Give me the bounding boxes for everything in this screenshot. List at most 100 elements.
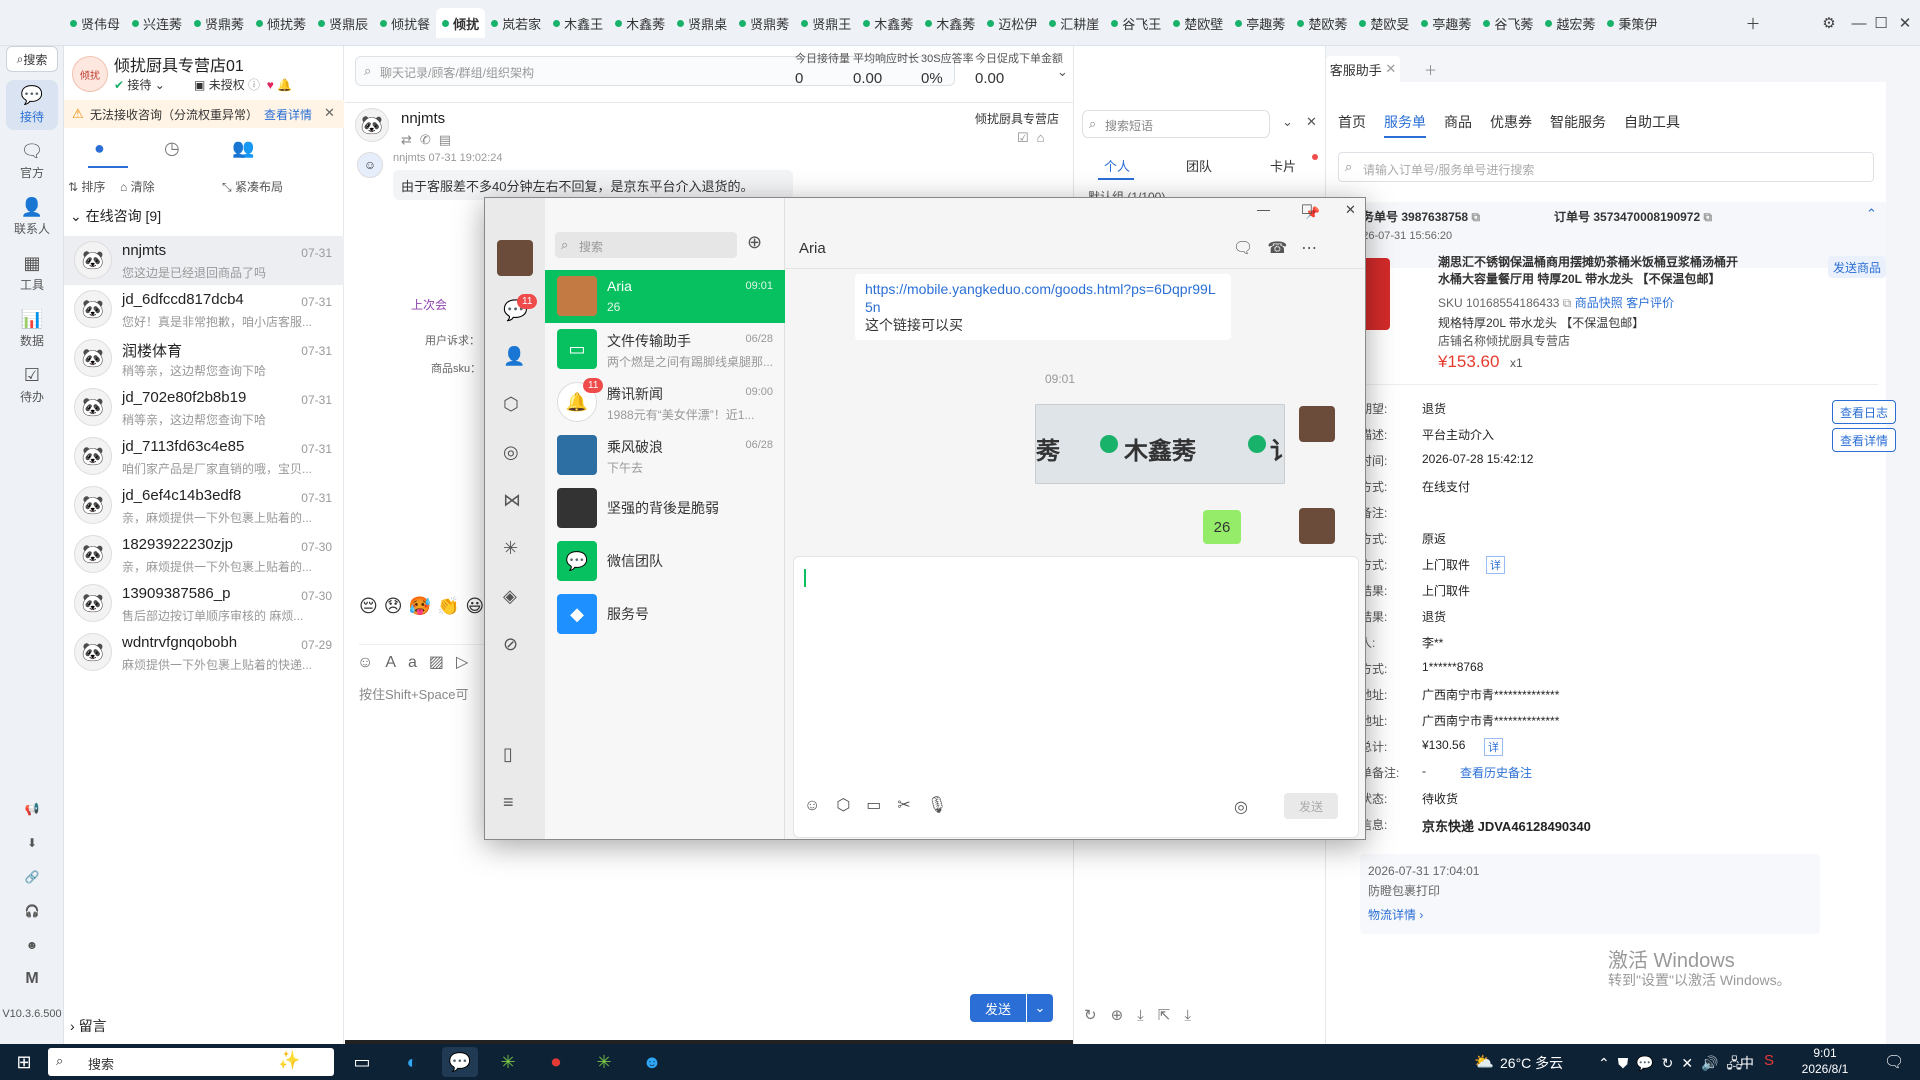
phrase-tools[interactable]: ↻⊕⤓⇱⤓ (1084, 1006, 1205, 1024)
snapshot-link[interactable]: 商品快照 (1575, 296, 1623, 310)
task-view-icon[interactable]: ▭ (344, 1047, 380, 1077)
shop-tab[interactable]: 楚欧壁 (1167, 8, 1229, 38)
close-warning-icon[interactable]: ✕ (324, 105, 335, 121)
status-toggle[interactable]: ✔ 接待 ⌄ (114, 76, 165, 93)
shop-tab[interactable]: 贤鼎莠 (188, 8, 250, 38)
maximize-icon[interactable]: ☐ (1301, 202, 1313, 218)
box-icon[interactable]: ⬡ (503, 394, 519, 415)
history-icon[interactable]: ◷ (164, 138, 180, 159)
app-icon-3[interactable]: ✳ (586, 1047, 622, 1077)
shop-tab[interactable]: 兴连莠 (126, 8, 188, 38)
sort-button[interactable]: ⇅ 排序 (68, 178, 105, 195)
moments-icon[interactable]: ◎ (503, 442, 519, 463)
shop-tab[interactable]: 迈松伊 (981, 8, 1043, 38)
send-button[interactable]: 发送 (970, 994, 1026, 1022)
shop-tab[interactable]: 倾扰餐 (374, 8, 436, 38)
customer-actions[interactable]: ⇄✆▤ (401, 132, 459, 148)
shop-tab[interactable]: 谷飞莠 (1477, 8, 1539, 38)
menu-icon[interactable]: ≡ (503, 792, 514, 813)
detail-tag[interactable]: 详 (1486, 556, 1505, 574)
header-tools[interactable]: ☑⌂ (1017, 130, 1053, 146)
history-remark-link[interactable]: 查看历史备注 (1460, 764, 1532, 781)
discover-icon[interactable]: ✳ (503, 538, 518, 559)
last-consult-label[interactable]: 上次会 (411, 296, 447, 313)
shop-tab[interactable]: 贤鼎王 (795, 8, 857, 38)
conversation-item[interactable]: 🐼 jd_6dfccd817dcb4 07-31 您好！真是非常抱歉，咱小店客服... (64, 285, 344, 334)
detail-tag[interactable]: 详 (1484, 738, 1503, 756)
image-message[interactable]: 莠 木鑫莠 讠 (1035, 404, 1285, 484)
app-icon-2[interactable]: ⏺ (538, 1047, 574, 1077)
copy-icon[interactable]: ⧉ (1703, 210, 1712, 224)
order-search-input[interactable]: ⌕ 请输入订单号/服务单号进行搜索 (1338, 152, 1874, 182)
conversation-item[interactable]: 🐼 jd_7113fd63c4e85 07-31 咱们家产品是厂家直销的哦，宝贝... (64, 432, 344, 481)
shop-tab[interactable]: 亭趣莠 (1229, 8, 1291, 38)
close-icon[interactable]: ✕ (1345, 202, 1356, 218)
wechat-chat-item[interactable]: 💬 微信团队 (545, 535, 785, 588)
tab-personal[interactable]: 个人 (1104, 156, 1130, 175)
close-icon[interactable]: ✕ (1890, 8, 1920, 38)
taskbar-search[interactable]: ⌕ 搜索 ✨ (48, 1048, 334, 1076)
close-tab-icon[interactable]: ✕ (1385, 61, 1396, 77)
shop-tab[interactable]: 贤鼎莠 (733, 8, 795, 38)
shop-tab[interactable]: 木鑫莠 (857, 8, 919, 38)
download-icon[interactable]: ⬇ (6, 828, 58, 858)
copy-icon[interactable]: ⧉ (1563, 296, 1572, 310)
rail-item-todo[interactable]: ☑ 待办 (6, 360, 58, 410)
shop-tab[interactable]: 贤鼎辰 (312, 8, 374, 38)
ime-indicator[interactable]: 中 (1740, 1053, 1754, 1073)
emoji-row[interactable]: 😔😞🥵👏😃 (359, 596, 490, 617)
message-input[interactable]: ☺⬡▭✂🎙 ◎ 发送 (793, 556, 1359, 838)
minimize-icon[interactable]: — (1257, 202, 1270, 217)
add-tab-icon[interactable]: ＋ (1738, 8, 1768, 38)
add-tab-icon[interactable]: ＋ (1424, 60, 1437, 79)
phrase-search-input[interactable]: ⌕ 搜索短语 (1082, 110, 1270, 138)
notification-icon[interactable]: 🗨 (1884, 1052, 1904, 1072)
windows-start-icon[interactable]: ⊞ (6, 1047, 42, 1077)
shop-tab[interactable]: 越宏莠 (1539, 8, 1601, 38)
current-chats-icon[interactable]: ● (94, 138, 105, 159)
expand-icon[interactable]: ⌄ (1282, 114, 1293, 130)
my-message[interactable]: 26 (1203, 510, 1241, 544)
rail-item-tools[interactable]: ▦ 工具 (6, 248, 58, 298)
wechat-chat-item[interactable]: ▭ 文件传输助手 两个燃是之间有踢脚线桌腿那... 06/28 (545, 323, 785, 376)
rail-item-reception[interactable]: 💬 接待 (6, 80, 58, 130)
shop-tab[interactable]: 亭趣莠 (1415, 8, 1477, 38)
view-log-button[interactable]: 查看日志 (1832, 400, 1896, 424)
compact-layout-button[interactable]: ⤡ 紧凑布局 (222, 178, 283, 195)
assistant-nav-item[interactable]: 商品 (1444, 112, 1472, 138)
shop-tab[interactable]: 贤伟母 (64, 8, 126, 38)
conversation-item[interactable]: 🐼 18293922230zjp 07-30 亲，麻烦提供一下外包裹上贴着的... (64, 530, 344, 579)
app-icon-1[interactable]: ✳ (490, 1047, 526, 1077)
tab-card[interactable]: 卡片 (1270, 156, 1296, 175)
assistant-nav-item[interactable]: 优惠券 (1490, 112, 1532, 138)
assistant-nav-item[interactable]: 智能服务 (1550, 112, 1606, 138)
clear-button[interactable]: ⌂ 清除 (120, 178, 155, 195)
product-title[interactable]: 潮思汇不锈钢保温桶商用摆摊奶茶桶米饭桶豆浆桶汤桶开水桶大容量餐厅用 特厚20L … (1438, 254, 1738, 288)
warning-link[interactable]: 查看详情 (264, 106, 312, 123)
shop-tab[interactable]: 倾扰莠 (250, 8, 312, 38)
input-toolbar[interactable]: ☺Aa▨▷ (357, 652, 480, 672)
bot-icon[interactable]: ☻ (6, 930, 58, 960)
wechat-search-input[interactable]: ⌕ 搜索 (555, 232, 737, 258)
send-options-icon[interactable]: ⌄ (1027, 994, 1053, 1022)
logistics-link[interactable]: 物流详情 › (1368, 906, 1423, 923)
auth-status[interactable]: ▣ 未授权 ⓘ ♥ 🔔 (194, 76, 292, 93)
wechat-icon[interactable]: 💬 (442, 1047, 478, 1077)
chevron-down-icon[interactable]: ⌄ (1057, 64, 1068, 80)
shop-tab[interactable]: 木鑫莠 (609, 8, 671, 38)
clock-date[interactable]: 2026/8/1 (1790, 1062, 1860, 1076)
close-icon[interactable]: ✕ (1306, 114, 1317, 130)
collapse-icon[interactable]: ⌃ (1866, 206, 1877, 222)
conversation-item[interactable]: 🐼 nnjmts 07-31 您这边是已经退回商品了吗 (64, 236, 344, 285)
voice-call-icon[interactable]: ◎ (1234, 797, 1248, 817)
assistant-nav-item[interactable]: 自助工具 (1624, 112, 1680, 138)
shop-tab[interactable]: 木鑫莠 (919, 8, 981, 38)
assistant-nav-item[interactable]: 首页 (1338, 112, 1366, 138)
headset-icon[interactable]: 🎧 (6, 896, 58, 926)
rail-item-contacts[interactable]: 👤 联系人 (6, 192, 58, 242)
wechat-chat-item[interactable]: ◆ 服务号 (545, 588, 785, 641)
input-tools[interactable]: ☺⬡▭✂🎙 (804, 795, 963, 815)
shop-tab[interactable]: 谷飞王 (1105, 8, 1167, 38)
tray-icons[interactable]: ⌃⛊💬↻✕🔊🖧 (1598, 1053, 1750, 1077)
view-detail-button[interactable]: 查看详情 (1832, 428, 1896, 452)
